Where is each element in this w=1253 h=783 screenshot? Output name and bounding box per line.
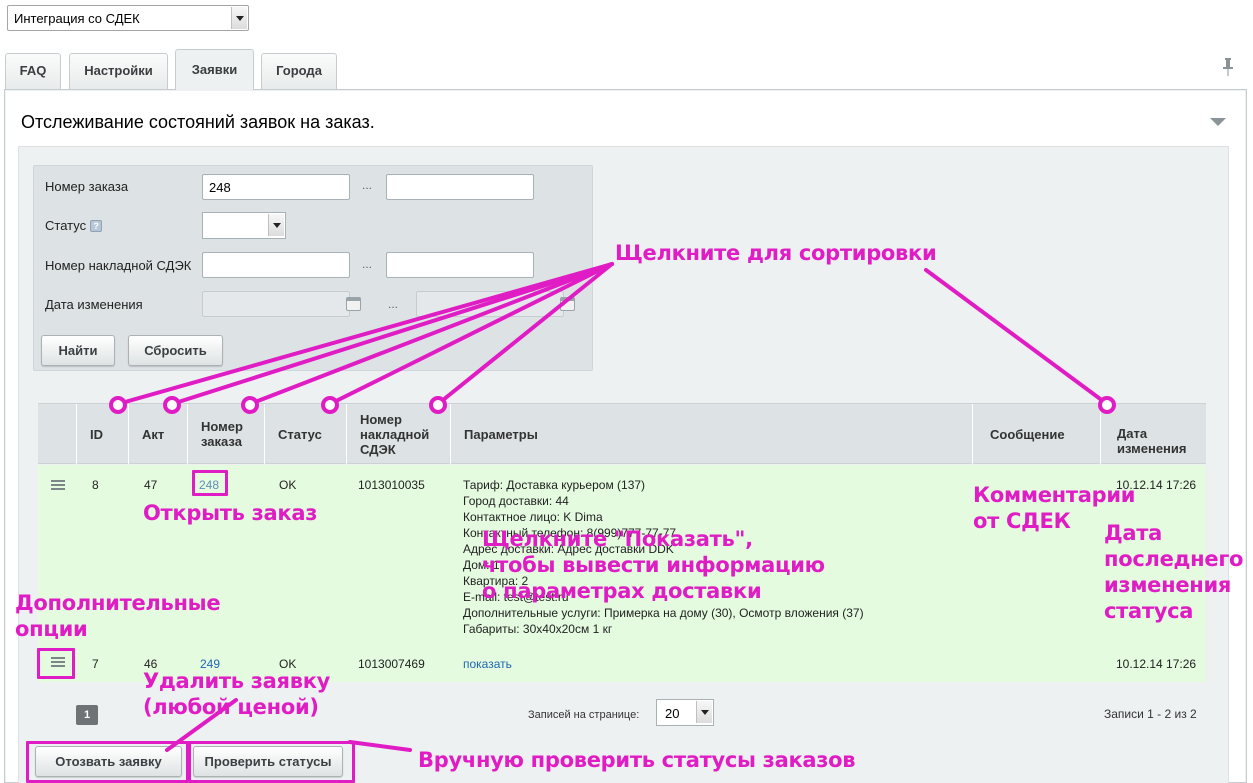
row-status: OK [279,478,297,492]
annotation-date-2: последнего [1104,547,1244,571]
annotation-date-1: Дата [1104,521,1163,545]
module-select-value: Интеграция со СДЕК [14,11,140,26]
page-button[interactable]: 1 [76,705,98,725]
chevron-down-icon[interactable] [231,7,247,29]
annotation-date-4: статуса [1104,599,1194,623]
annotation-delete-1: Удалить заявку [143,669,331,693]
reset-button[interactable]: Сбросить [128,335,223,366]
order-number-label: Номер заказа [45,179,129,194]
annotation-delete-2: (любой ценой) [143,695,319,719]
per-page-label: Записей на странице: [528,709,640,721]
revoke-button-highlight [26,741,189,783]
col-act[interactable]: Акт [128,404,187,464]
date-label: Дата изменения [45,297,143,312]
order-number-from-input[interactable]: 248 [202,174,350,200]
tab-faq[interactable]: FAQ [5,53,61,89]
annotation-show-2: чтобы вывести информацию [482,553,825,577]
waybill-to-input[interactable] [386,252,534,278]
annotation-more-2: опции [15,617,88,641]
table-header: ID Акт Номер заказа Статус Номер накладн… [38,403,1206,464]
chevron-down-icon[interactable] [268,214,284,236]
per-page-value: 20 [665,706,680,721]
row-id: 7 [92,657,99,671]
param-line: Дополнительные услуги: Примерка на дому … [463,606,864,620]
tab-cities[interactable]: Города [261,53,337,89]
range-separator: ... [362,257,373,271]
collapse-icon[interactable] [1210,118,1226,126]
annotation-comments-2: от СДЕК [973,509,1071,533]
order-number-to-input[interactable] [386,174,534,200]
annotation-show-1: Щелкните "Показать", [482,527,753,551]
annotation-open-order: Открыть заказ [143,501,318,525]
col-id[interactable]: ID [76,404,128,464]
annotation-show-3: о параметрах доставки [482,579,762,603]
filter-panel: Номер заказа 248 ... Статус? Номер накла… [33,165,593,371]
annotation-date-3: изменения [1104,573,1232,597]
range-separator: ... [388,297,399,311]
find-button[interactable]: Найти [41,335,115,366]
calendar-icon[interactable] [346,297,361,311]
row-menu-icon[interactable] [51,480,65,491]
row-id: 8 [92,478,99,492]
row-waybill: 1013007469 [358,657,425,671]
col-date[interactable]: Дата изменения [1100,404,1206,464]
row-act: 47 [144,478,158,492]
param-line: Тариф: Доставка курьером (137) [463,478,646,492]
records-info: Записи 1 - 2 из 2 [1104,707,1197,721]
page-title: Отслеживание состояний заявок на заказ. [21,112,375,132]
show-params-link[interactable]: показать [463,656,512,672]
row-waybill: 1013010035 [358,478,425,492]
range-separator: ... [362,178,373,192]
menu-icon-highlight [37,648,75,679]
chevron-down-icon[interactable] [696,701,712,723]
param-line: Контактное лицо: K Dima [463,510,603,524]
col-params: Параметры [450,404,972,464]
date-to-input[interactable] [416,291,564,317]
param-line: Город доставки: 44 [463,494,569,508]
param-line: Габариты: 30x40x20см 1 кг [463,622,613,636]
col-waybill[interactable]: Номер накладной СДЭК [346,404,450,464]
col-order-number[interactable]: Номер заказа [187,404,264,464]
pin-icon[interactable] [1222,58,1234,76]
tab-orders[interactable]: Заявки [175,49,254,90]
annotation-manual-check: Вручную проверить статусы заказов [418,748,856,772]
status-label: Статус [45,218,87,233]
module-select[interactable]: Интеграция со СДЕК [7,5,249,31]
col-message: Сообщение [972,404,1100,464]
annotation-sort: Щелкните для сортировки [615,241,937,265]
check-button-highlight [188,741,355,783]
col-status[interactable]: Статус [264,404,346,464]
per-page-select[interactable]: 20 [656,699,714,726]
status-select[interactable] [202,212,286,239]
annotation-comments-1: Комментарии [973,483,1136,507]
waybill-label: Номер накладной СДЭК [45,258,192,273]
help-icon[interactable]: ? [90,220,103,232]
annotation-more-1: Дополнительные [15,591,221,615]
row-date: 10.12.14 17:26 [1116,657,1197,671]
calendar-icon[interactable] [560,297,575,311]
date-from-input[interactable] [202,291,350,317]
waybill-from-input[interactable] [202,252,350,278]
order-link-highlight [192,470,228,496]
tab-settings[interactable]: Настройки [69,53,168,89]
